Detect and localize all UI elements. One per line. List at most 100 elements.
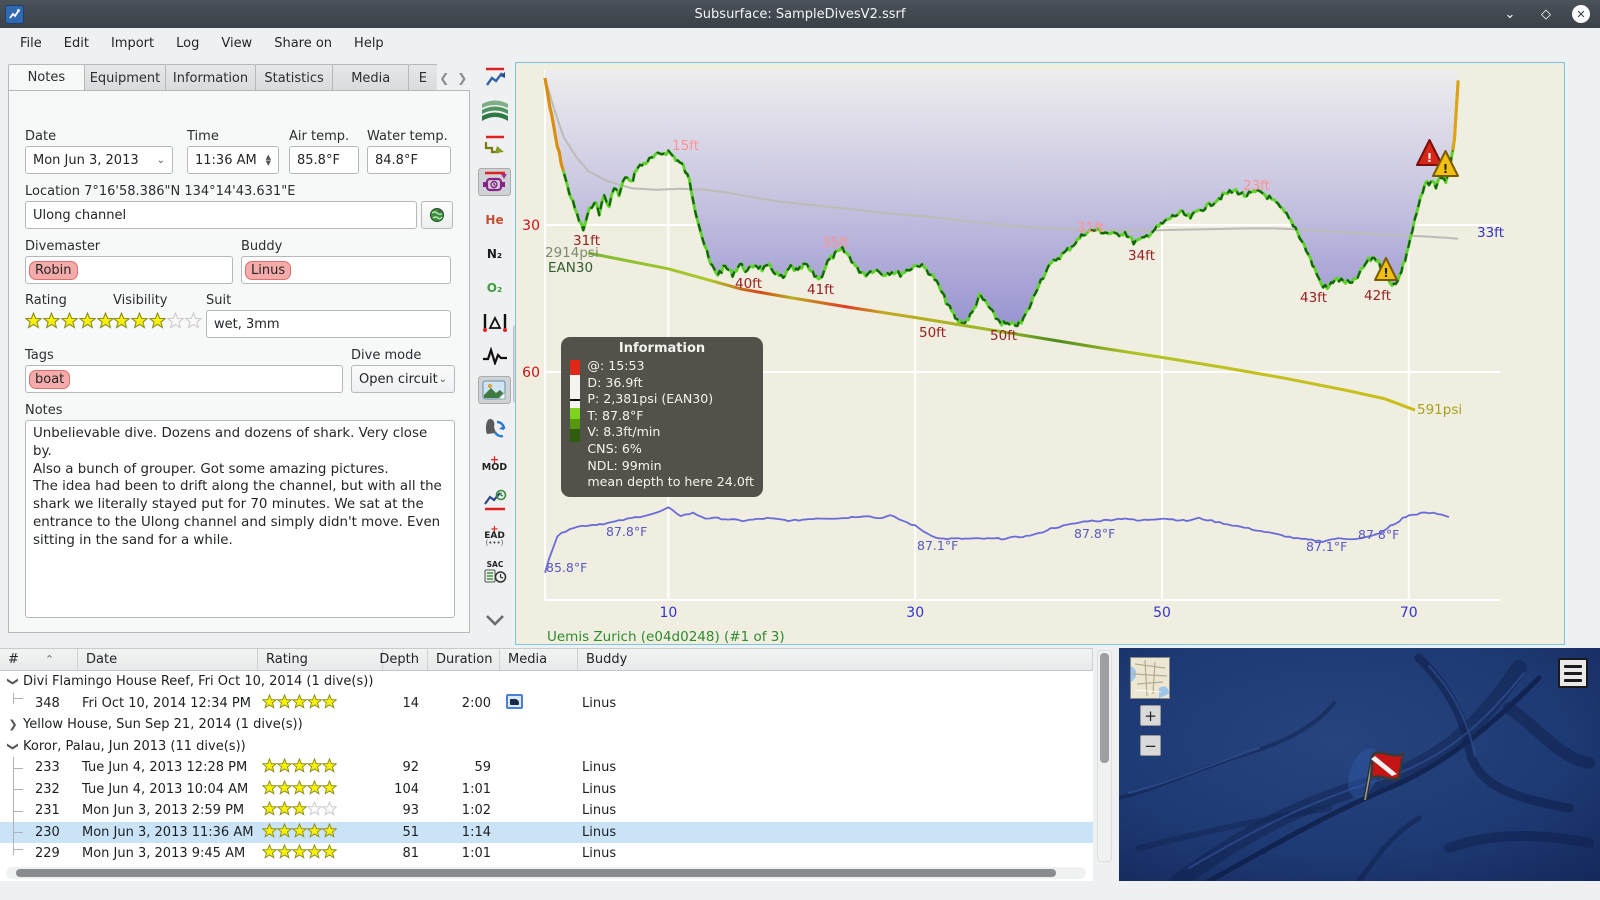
ead-button[interactable]: + EAD (•••) (478, 522, 511, 550)
divemode-select[interactable]: Open circuit ⌄ (351, 365, 455, 393)
dive-duration: 1:01 (461, 846, 491, 862)
menu-log[interactable]: Log (166, 32, 209, 55)
tab-scroll-arrows[interactable]: ❮ ❯ (436, 64, 470, 91)
dc-ceiling-button[interactable] (478, 168, 511, 196)
tab-media[interactable]: Media (332, 64, 410, 91)
info-colorbar (570, 360, 581, 491)
sac-button[interactable]: SAC (478, 558, 511, 586)
temperature-annotation: 87.1°F (917, 538, 958, 553)
column-header-num[interactable]: # ⌃ (0, 649, 78, 670)
column-header-rating[interactable]: Rating (258, 649, 383, 670)
dive-flag-marker[interactable] (1359, 746, 1411, 804)
depth-annotation: 35ft (822, 235, 849, 251)
oxygen-button[interactable]: O₂ (478, 274, 511, 302)
rating-stars[interactable] (25, 312, 114, 329)
nitrogen-button[interactable]: N₂ (478, 240, 511, 268)
column-header-date[interactable]: Date (78, 649, 258, 670)
column-header-buddy[interactable]: Buddy (578, 649, 1093, 670)
tab-e[interactable]: E (408, 64, 438, 91)
calculated-ceiling-button[interactable] (478, 132, 511, 160)
gas-switch-button[interactable] (478, 414, 511, 442)
tags-input[interactable]: boat (25, 365, 343, 393)
time-spinbox[interactable]: 11:36 AM ▲ ▼ (187, 146, 279, 174)
menu-help[interactable]: Help (344, 32, 394, 55)
hscroll-handle[interactable] (16, 869, 1056, 877)
column-header-depth[interactable]: Depth (379, 649, 428, 670)
horizontal-scrollbar[interactable] (6, 867, 1086, 879)
dive-profile-chart[interactable]: 30 60 10 30 50 70 15ft 35ft 31ft 23ft 31ft 40ft 41ft… (515, 62, 1565, 645)
caret-expanded-icon[interactable]: ❯ (7, 675, 20, 689)
dive-row-348[interactable]: 348 Fri Oct 10, 2014 12:34 PM 14 2:00 Linus (0, 692, 1093, 715)
chevron-left-icon[interactable]: ❮ (439, 71, 449, 85)
minimize-icon[interactable]: ⌄ (1500, 4, 1520, 24)
ascend-rate-button[interactable] (478, 64, 511, 92)
spinner-arrows-icon[interactable]: ▲ ▼ (266, 154, 271, 167)
helium-button[interactable]: He (478, 206, 511, 234)
trip-row[interactable]: ❯ Divi Flamingo House Reef, Fri Oct 10, 2… (0, 671, 1093, 693)
caret-expanded-icon[interactable]: ❯ (7, 739, 20, 753)
column-header-duration[interactable]: Duration (428, 649, 500, 670)
tree-guide (13, 843, 30, 855)
dive-row-231[interactable]: 231 Mon Jun 3, 2013 2:59 PM 93 1:02 Linus (0, 800, 1093, 822)
watertemp-field[interactable]: 84.8°F (367, 146, 451, 174)
dive-row-230[interactable]: 230 Mon Jun 3, 2013 11:36 AM 51 1:14 Linus (0, 821, 1093, 843)
maximize-icon[interactable]: ◇ (1536, 4, 1556, 24)
temperature-annotation: 85.8°F (546, 560, 587, 575)
menu-view[interactable]: View (211, 32, 262, 55)
dive-site-map[interactable]: + − (1119, 648, 1600, 881)
tree-guide (13, 778, 30, 800)
dive-duration: 59 (474, 760, 491, 776)
close-icon[interactable]: ✕ (1572, 5, 1590, 23)
divemaster-input[interactable]: Robin (25, 256, 233, 284)
suit-input[interactable]: wet, 3mm (206, 310, 451, 338)
dive-depth: 81 (402, 846, 419, 862)
menubar: File Edit Import Log View Share on Help (0, 28, 1600, 58)
dive-depth: 104 (394, 781, 419, 797)
menu-share-on[interactable]: Share on (264, 32, 342, 55)
dive-buddy: Linus (582, 824, 617, 840)
map-menu-button[interactable] (1558, 658, 1588, 688)
buddy-input[interactable]: Linus (241, 256, 451, 284)
tab-equipment[interactable]: Equipment (83, 64, 167, 91)
tab-notes[interactable]: Notes (8, 64, 85, 91)
trip-row[interactable]: ❯ Yellow House, Sun Sep 21, 2014 (1 dive(… (0, 714, 1093, 736)
map-zoom-out-button[interactable]: − (1140, 735, 1161, 756)
caret-collapsed-icon[interactable]: ❯ (6, 718, 20, 731)
dive-row-233[interactable]: 233 Tue Jun 4, 2013 12:28 PM 92 59 Linus (0, 757, 1093, 779)
dive-row-232[interactable]: 232 Tue Jun 4, 2013 10:04 AM 104 1:01 Linus (0, 778, 1093, 800)
ruler-button[interactable] (478, 308, 511, 336)
dive-rating (258, 844, 383, 863)
dive-number: 229 (35, 846, 60, 862)
depth-annotation: 15ft (672, 138, 699, 154)
column-header-media[interactable]: Media (500, 649, 578, 670)
photos-button[interactable] (478, 376, 511, 404)
suit-value: wet, 3mm (214, 316, 280, 332)
tab-information[interactable]: Information (165, 64, 256, 91)
tab-statistics[interactable]: Statistics (254, 64, 334, 91)
dive-date: Fri Oct 10, 2014 12:34 PM (82, 695, 251, 711)
pressure-annotation: 591psi (1417, 402, 1462, 418)
chevron-right-icon[interactable]: ❯ (457, 71, 467, 85)
mod-button[interactable]: + MOD (478, 450, 511, 478)
map-zoom-in-button[interactable]: + (1140, 705, 1161, 726)
visibility-stars[interactable] (113, 312, 202, 329)
vscroll-handle[interactable] (1100, 653, 1109, 763)
scroll-down-button[interactable] (478, 606, 511, 634)
map-overview-thumbnail[interactable] (1130, 657, 1170, 699)
dive-row-229[interactable]: 229 Mon Jun 3, 2013 9:45 AM 81 1:01 Linus (0, 843, 1093, 865)
heart-rate-button[interactable] (478, 342, 511, 370)
date-combobox[interactable]: Mon Jun 3, 2013 ⌄ (25, 146, 173, 174)
menu-import[interactable]: Import (101, 32, 164, 55)
menu-edit[interactable]: Edit (54, 32, 99, 55)
airtemp-field[interactable]: 85.8°F (289, 146, 359, 174)
notes-textarea[interactable]: Unbelievable dive. Dozens and dozens of … (25, 420, 455, 618)
deco-time-button[interactable] (478, 486, 511, 514)
waves-button[interactable] (478, 96, 511, 124)
globe-button[interactable] (421, 201, 453, 229)
dive-depth: 92 (402, 760, 419, 776)
deco-time-icon (482, 488, 508, 512)
trip-row[interactable]: ❯ Koror, Palau, Jun 2013 (11 dive(s)) (0, 736, 1093, 758)
vertical-scrollbar[interactable] (1097, 650, 1112, 862)
location-input[interactable]: Ulong channel (25, 201, 417, 229)
menu-file[interactable]: File (10, 32, 52, 55)
